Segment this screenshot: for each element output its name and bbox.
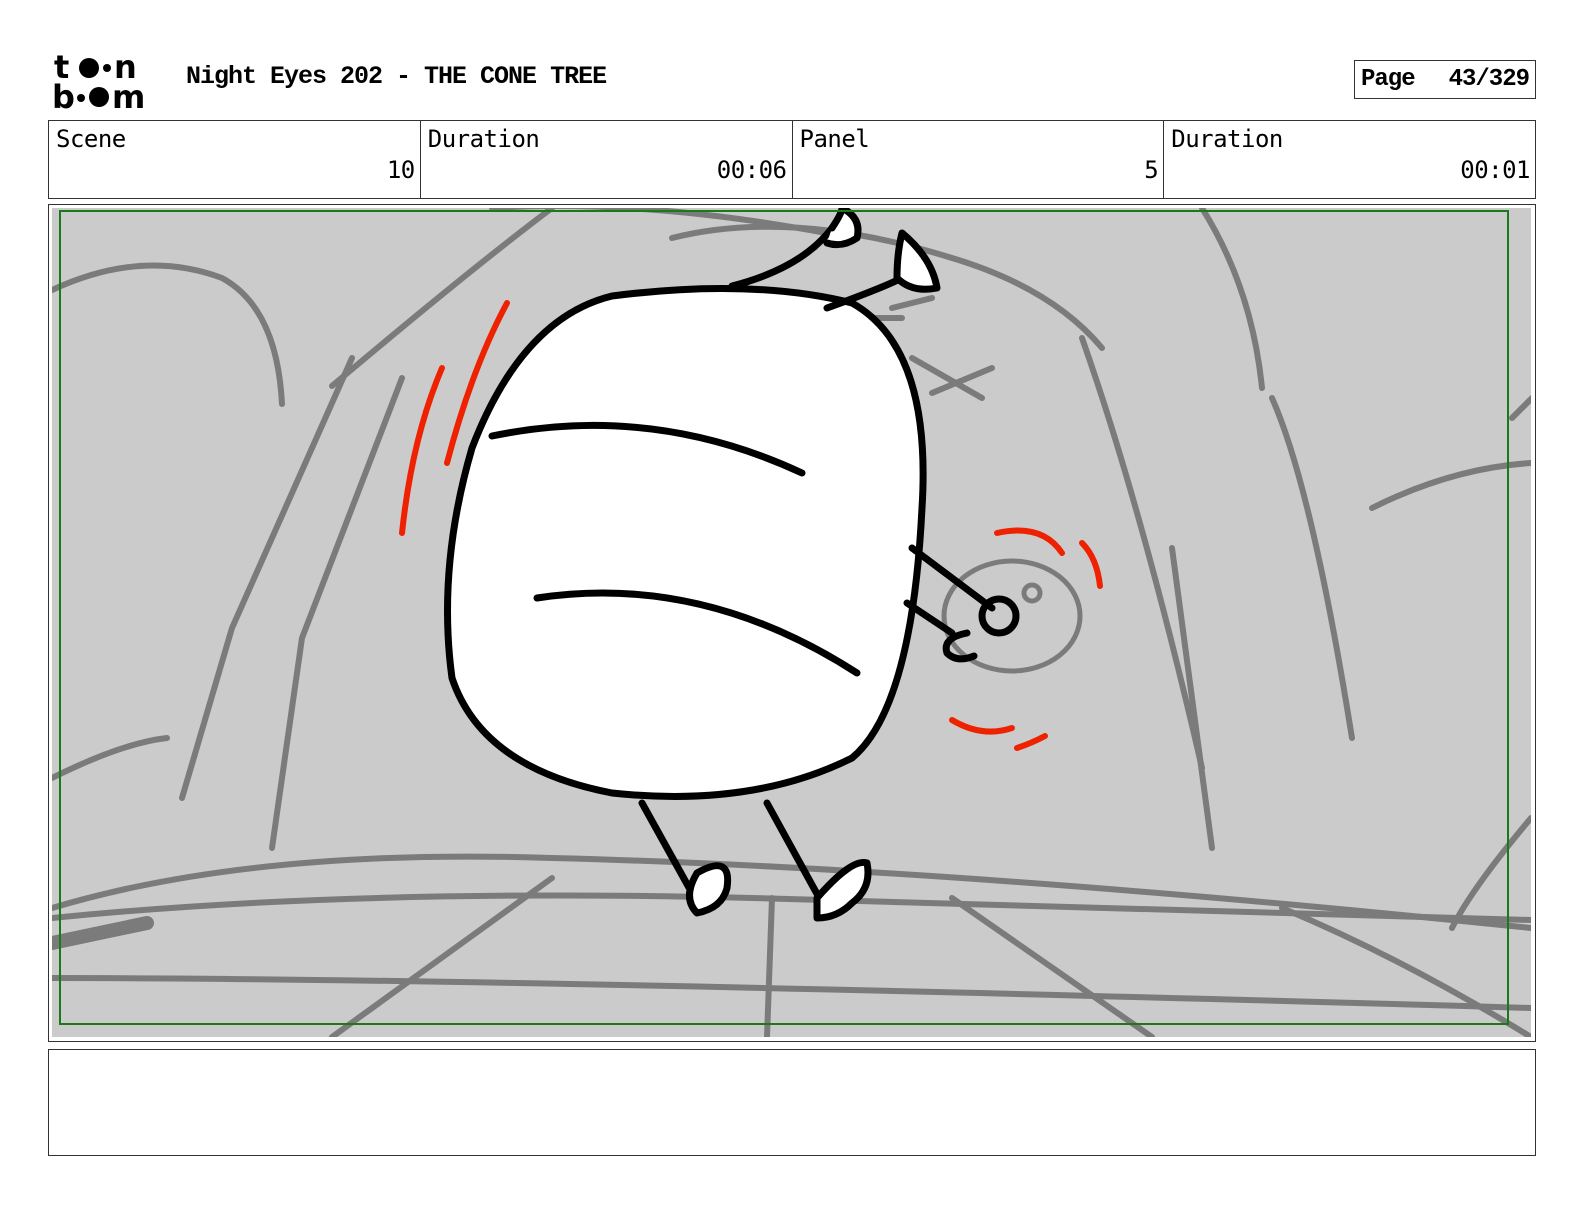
- svg-text:m: m: [112, 78, 145, 112]
- page-label: Page: [1361, 66, 1416, 93]
- svg-text:b: b: [52, 78, 75, 112]
- page-indicator: Page 43/329: [1354, 60, 1536, 99]
- scene-value: 10: [386, 156, 415, 184]
- toon-boom-logo: t n b m: [52, 50, 145, 112]
- scene-cell: Scene 10: [49, 121, 421, 198]
- scene-duration-label: Duration: [427, 125, 540, 153]
- scene-info-table: Scene 10 Duration 00:06 Panel 5 Duration…: [48, 120, 1536, 199]
- scene-label: Scene: [56, 125, 126, 153]
- scene-duration-cell: Duration 00:06: [421, 121, 793, 198]
- panel-label: Panel: [799, 125, 870, 153]
- scene-duration-value: 00:06: [716, 156, 787, 184]
- panel-cell: Panel 5: [793, 121, 1165, 198]
- panel-duration-cell: Duration 00:01: [1164, 121, 1535, 198]
- panel-notes-text: [49, 1050, 1535, 1066]
- panel-value: 5: [1144, 156, 1159, 184]
- panel-notes-box: [48, 1049, 1536, 1156]
- document-title: Night Eyes 202 - THE CONE TREE: [186, 62, 607, 91]
- storyboard-sketch-image: [52, 208, 1531, 1037]
- panel-duration-value: 00:01: [1460, 156, 1530, 184]
- storyboard-panel-frame: [48, 204, 1536, 1042]
- page-number: 43/329: [1448, 66, 1530, 93]
- panel-duration-label: Duration: [1171, 125, 1283, 153]
